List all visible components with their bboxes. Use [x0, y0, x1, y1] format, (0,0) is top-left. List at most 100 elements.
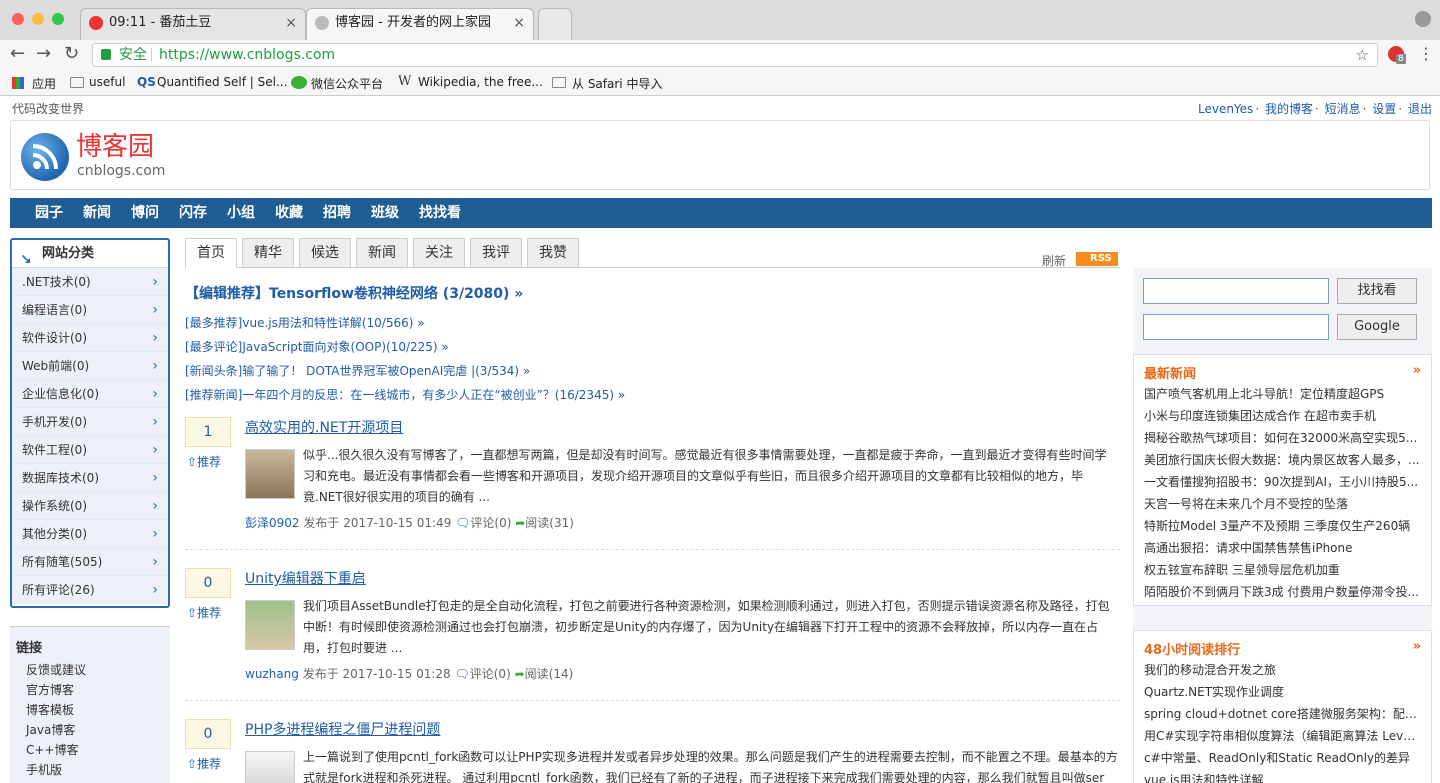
- search-button[interactable]: 找找看: [1337, 278, 1417, 304]
- headline-item[interactable]: [最多评论]JavaScript面向对象(OOP)(10/225) »: [185, 338, 449, 355]
- news-item[interactable]: 权五铉宣布辞职 三星领导层危机加重: [1144, 559, 1421, 581]
- post-reads[interactable]: 阅读(14): [525, 667, 574, 681]
- avatar[interactable]: [245, 600, 295, 650]
- avatar[interactable]: [245, 449, 295, 499]
- news-item[interactable]: 小米与印度连锁集团达成合作 在超市卖手机: [1144, 405, 1421, 427]
- news-item[interactable]: 高通出狠招：请求中国禁售禁售iPhone: [1144, 537, 1421, 559]
- nav-item-flash[interactable]: 闪存: [172, 198, 214, 228]
- category-item[interactable]: 所有随笔(505) ›: [12, 548, 168, 576]
- bookmark-safari-import[interactable]: 从 Safari 中导入: [572, 75, 662, 92]
- cnblogs-logo-icon[interactable]: [21, 133, 69, 181]
- news-item[interactable]: 国产喷气客机用上北斗导航！定位精度超GPS: [1144, 383, 1421, 405]
- tab-featured[interactable]: 精华: [242, 238, 294, 268]
- nav-item-groups[interactable]: 小组: [220, 198, 262, 228]
- user-link-settings[interactable]: 设置: [1372, 102, 1396, 116]
- user-link-messages[interactable]: 短消息: [1325, 102, 1361, 116]
- bookmark-wikipedia[interactable]: Wikipedia, the free...: [418, 75, 543, 89]
- user-link-myblog[interactable]: 我的博客: [1265, 102, 1313, 116]
- tab-home[interactable]: 首页: [185, 238, 237, 268]
- post-author[interactable]: 彭泽0902: [245, 516, 300, 530]
- tab-my-comments[interactable]: 我评: [470, 238, 522, 268]
- top-read-item[interactable]: 用C#实现字符串相似度算法（编辑距离算法 Leve...: [1144, 725, 1421, 747]
- post-title[interactable]: 高效实用的.NET开源项目: [245, 417, 403, 437]
- profile-icon[interactable]: [1415, 11, 1431, 27]
- tab-following[interactable]: 关注: [413, 238, 465, 268]
- nav-item-news[interactable]: 新闻: [76, 198, 118, 228]
- forward-icon[interactable]: →: [36, 44, 51, 64]
- recommend-button[interactable]: ⇧推荐: [187, 755, 221, 772]
- recommend-button[interactable]: ⇧推荐: [187, 604, 221, 621]
- nav-item-favorites[interactable]: 收藏: [268, 198, 310, 228]
- tab-candidates[interactable]: 候选: [299, 238, 351, 268]
- google-search-button[interactable]: Google: [1337, 314, 1417, 340]
- more-top-link[interactable]: »: [1413, 639, 1421, 654]
- link-item[interactable]: 博客模板: [16, 700, 164, 720]
- category-item[interactable]: 企业信息化(0) ›: [12, 380, 168, 408]
- post-reads[interactable]: 阅读(31): [525, 516, 574, 530]
- nav-item-search[interactable]: 找找看: [412, 198, 468, 228]
- google-search-input[interactable]: [1143, 314, 1329, 340]
- headline-item[interactable]: [推荐新闻]一年四个月的反思：在一线城市，有多少人正在“被创业”？(16/234…: [185, 386, 625, 403]
- bookmark-useful[interactable]: useful: [89, 75, 125, 89]
- rss-badge[interactable]: RSS: [1076, 252, 1118, 266]
- close-tab-icon[interactable]: ×: [513, 9, 525, 37]
- refresh-link[interactable]: 刷新: [1042, 252, 1066, 269]
- top-read-item[interactable]: Quartz.NET实现作业调度: [1144, 681, 1421, 703]
- nav-item-qa[interactable]: 博问: [124, 198, 166, 228]
- category-item[interactable]: 数据库技术(0) ›: [12, 464, 168, 492]
- post-comments[interactable]: 评论(0): [470, 667, 511, 681]
- bookmark-apps[interactable]: 应用: [32, 75, 56, 92]
- category-item[interactable]: .NET技术(0) ›: [12, 268, 168, 296]
- headline-editor-pick[interactable]: 【编辑推荐】Tensorflow卷积神经网络 (3/2080) »: [185, 283, 523, 303]
- category-item[interactable]: 所有评论(26) ›: [12, 576, 168, 604]
- star-icon[interactable]: ☆: [1356, 44, 1369, 66]
- top-read-item[interactable]: spring cloud+dotnet core搭建微服务架构：配置...: [1144, 703, 1421, 725]
- category-item[interactable]: 软件设计(0) ›: [12, 324, 168, 352]
- category-item[interactable]: 其他分类(0) ›: [12, 520, 168, 548]
- recommend-button[interactable]: ⇧推荐: [187, 453, 221, 470]
- post-title[interactable]: Unity编辑器下重启: [245, 568, 366, 588]
- minimize-window-button[interactable]: [32, 13, 44, 25]
- headline-item[interactable]: [最多推荐]vue.js用法和特性详解(10/566) »: [185, 314, 425, 331]
- link-item[interactable]: C++博客: [16, 740, 164, 760]
- top-read-item[interactable]: c#中常量、ReadOnly和Static ReadOnly的差异: [1144, 747, 1421, 769]
- bookmark-wechat[interactable]: 微信公众平台: [311, 75, 383, 92]
- news-item[interactable]: 特斯拉Model 3量产不及预期 三季度仅生产260辆: [1144, 515, 1421, 537]
- headline-item[interactable]: [新闻头条]输了输了！ DOTA世界冠军被OpenAI完虐 |(3/534) »: [185, 362, 530, 379]
- category-item[interactable]: 软件工程(0) ›: [12, 436, 168, 464]
- address-bar[interactable]: 安全 https://www.cnblogs.com ☆: [92, 43, 1378, 67]
- close-window-button[interactable]: [12, 13, 24, 25]
- top-read-item[interactable]: 我们的移动混合开发之旅: [1144, 659, 1421, 681]
- menu-icon[interactable]: ⋮: [1418, 44, 1434, 64]
- link-item[interactable]: 手机版: [16, 760, 164, 780]
- back-icon[interactable]: ←: [10, 44, 25, 64]
- browser-tab-tomato[interactable]: 09:11 - 番茄土豆 ×: [80, 8, 306, 40]
- maximize-window-button[interactable]: [52, 13, 64, 25]
- tab-news[interactable]: 新闻: [356, 238, 408, 268]
- nav-item-classes[interactable]: 班级: [364, 198, 406, 228]
- search-input[interactable]: [1143, 278, 1329, 304]
- new-tab-button[interactable]: [538, 8, 572, 40]
- news-item[interactable]: 揭秘谷歌热气球项目：如何在32000米高空实现5...: [1144, 427, 1421, 449]
- site-logo-text[interactable]: 博客园: [76, 133, 154, 161]
- reload-icon[interactable]: ↻: [64, 44, 79, 64]
- link-item[interactable]: Java博客: [16, 720, 164, 740]
- nav-item-jobs[interactable]: 招聘: [316, 198, 358, 228]
- link-item[interactable]: 官方博客: [16, 680, 164, 700]
- nav-item-garden[interactable]: 园子: [28, 198, 70, 228]
- avatar[interactable]: [245, 751, 295, 783]
- news-item[interactable]: 天宫一号将在未来几个月不受控的坠落: [1144, 493, 1421, 515]
- bookmark-quantified-self[interactable]: Quantified Self | Sel...: [157, 75, 287, 89]
- more-news-link[interactable]: »: [1413, 363, 1421, 378]
- post-comments[interactable]: 评论(0): [470, 516, 511, 530]
- category-item[interactable]: 操作系统(0) ›: [12, 492, 168, 520]
- news-item[interactable]: 一文看懂搜狗招股书：90次提到AI，王小川持股5...: [1144, 471, 1421, 493]
- category-item[interactable]: Web前端(0) ›: [12, 352, 168, 380]
- tab-my-likes[interactable]: 我赞: [527, 238, 579, 268]
- news-item[interactable]: 美团旅行国庆长假大数据：境内景区故客人最多，...: [1144, 449, 1421, 471]
- post-title[interactable]: PHP多进程编程之僵尸进程问题: [245, 719, 440, 739]
- post-author[interactable]: wuzhang: [245, 667, 299, 681]
- category-item[interactable]: 编程语言(0) ›: [12, 296, 168, 324]
- top-read-item[interactable]: vue.js用法和特性详解: [1144, 769, 1421, 783]
- user-link-logout[interactable]: 退出: [1408, 102, 1432, 116]
